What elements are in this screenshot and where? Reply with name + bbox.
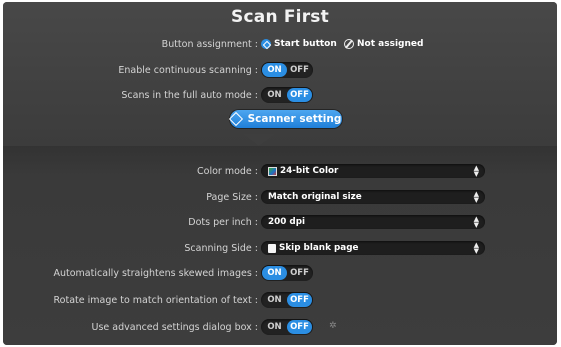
radio-start-button[interactable]: Start button xyxy=(261,39,337,49)
button-assignment-label: Button assignment : xyxy=(161,39,258,50)
toggle-off[interactable]: OFF xyxy=(287,88,312,102)
toggle-on[interactable]: ON xyxy=(262,88,287,102)
radio-unselected-icon xyxy=(344,39,354,49)
toggle-on[interactable]: ON xyxy=(262,63,287,77)
section-notch xyxy=(243,134,275,146)
radio-selected-icon xyxy=(261,39,271,49)
select-arrows-icon: ▲ ▼ xyxy=(473,164,479,178)
toggle-off[interactable]: OFF xyxy=(287,63,312,77)
settings-panel: Scan First Button assignment : Start but… xyxy=(3,2,557,345)
advanced-label: Use advanced settings dialog box : xyxy=(91,322,259,333)
select-arrows-icon: ▲ ▼ xyxy=(473,215,479,229)
page-title: Scan First xyxy=(231,7,329,27)
rotate-toggle[interactable]: ON OFF xyxy=(261,292,313,308)
scanner-setting-label: Scanner setting xyxy=(247,113,342,125)
color-mode-value: 24-bit Color xyxy=(280,166,339,176)
color-mode-select[interactable]: 24-bit Color ▲ ▼ xyxy=(261,164,485,178)
radio-not-assigned-label: Not assigned xyxy=(357,39,424,49)
rotate-label: Rotate image to match orientation of tex… xyxy=(53,295,259,306)
straighten-toggle[interactable]: ON OFF xyxy=(261,265,313,281)
radio-not-assigned[interactable]: Not assigned xyxy=(344,39,423,49)
toggle-on[interactable]: ON xyxy=(262,266,287,280)
full-auto-toggle[interactable]: ON OFF xyxy=(261,87,313,103)
straighten-label: Automatically straightens skewed images … xyxy=(53,268,259,279)
scanning-side-select[interactable]: Skip blank page ▲ ▼ xyxy=(261,241,485,255)
dpi-value: 200 dpi xyxy=(268,217,306,227)
page-size-label: Page Size : xyxy=(206,192,258,203)
toggle-off[interactable]: OFF xyxy=(287,320,312,334)
full-auto-label: Scans in the full auto mode : xyxy=(121,90,258,101)
select-arrows-icon: ▲ ▼ xyxy=(473,190,479,204)
scanner-setting-icon xyxy=(228,111,243,127)
toggle-on[interactable]: ON xyxy=(262,320,287,334)
page-size-value: Match original size xyxy=(268,192,362,202)
color-mode-icon xyxy=(268,166,277,176)
dpi-label: Dots per inch : xyxy=(188,217,258,228)
toggle-off[interactable]: OFF xyxy=(287,266,312,280)
gear-icon[interactable]: ✲ xyxy=(329,322,338,331)
color-mode-label: Color mode : xyxy=(197,166,258,177)
select-arrows-icon: ▲ ▼ xyxy=(473,241,479,255)
radio-start-button-label: Start button xyxy=(274,39,337,49)
toggle-on[interactable]: ON xyxy=(262,293,287,307)
toggle-off[interactable]: OFF xyxy=(287,293,312,307)
scanning-side-label: Scanning Side : xyxy=(184,243,258,254)
continuous-scanning-label: Enable continuous scanning : xyxy=(118,65,258,76)
continuous-scanning-toggle[interactable]: ON OFF xyxy=(261,62,313,78)
page-size-select[interactable]: Match original size ▲ ▼ xyxy=(261,190,485,204)
scanning-side-value: Skip blank page xyxy=(279,243,359,253)
advanced-toggle[interactable]: ON OFF xyxy=(261,319,313,335)
page-icon xyxy=(268,243,276,253)
scanner-setting-button[interactable]: Scanner setting xyxy=(228,110,342,128)
dpi-select[interactable]: 200 dpi ▲ ▼ xyxy=(261,215,485,229)
